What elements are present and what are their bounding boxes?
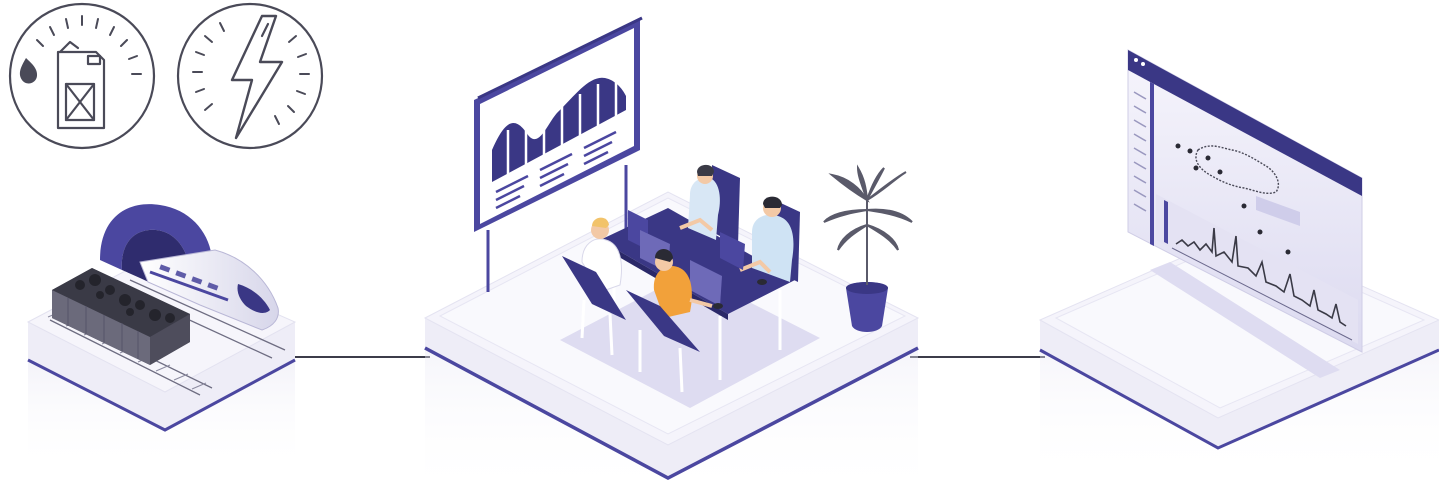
- meeting-scene: [423, 16, 920, 500]
- dashboard-scene: [1038, 49, 1439, 480]
- electric-gauge-icon: [176, 2, 324, 150]
- train-scene: [26, 204, 297, 470]
- illustration-canvas: [0, 0, 1439, 500]
- fuel-gauge-icon: [8, 2, 156, 150]
